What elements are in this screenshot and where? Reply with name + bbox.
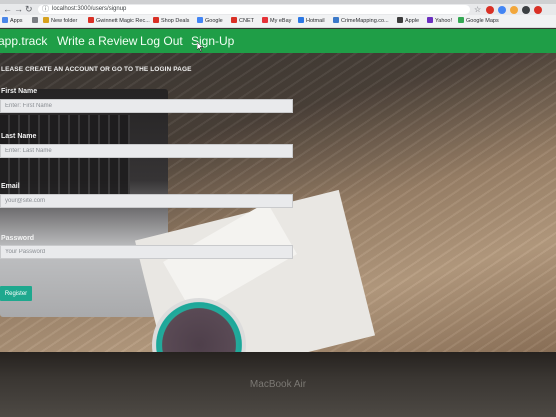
bookmark-item[interactable]: Yahoo! — [427, 15, 452, 28]
email-field[interactable] — [0, 194, 293, 208]
extension-icon[interactable] — [510, 6, 518, 14]
bookmark-item[interactable]: Apps — [2, 15, 23, 28]
password-label: Password — [1, 235, 35, 242]
extension-icon[interactable] — [486, 6, 494, 14]
globe-icon — [32, 17, 38, 23]
bookmark-star-icon[interactable]: ☆ — [474, 4, 481, 15]
form-heading: LEASE CREATE AN ACCOUNT OR GO TO THE LOG… — [1, 66, 192, 73]
bookmark-item[interactable] — [32, 15, 40, 28]
laptop-bezel: MacBook Air — [0, 352, 556, 417]
bookmark-item[interactable]: My eBay — [262, 15, 291, 28]
hotmail-icon — [298, 17, 304, 23]
extension-icon[interactable] — [498, 6, 506, 14]
apps-icon — [2, 17, 8, 23]
back-icon[interactable]: ← — [3, 4, 12, 15]
bookmark-item[interactable]: Shop Deals — [153, 15, 189, 28]
mouse-cursor-icon — [197, 42, 204, 52]
password-field[interactable] — [0, 245, 293, 259]
keyboard-image — [0, 115, 130, 205]
laptop-brand-label: MacBook Air — [249, 379, 307, 390]
brand-link[interactable]: app.track — [0, 29, 47, 53]
folder-icon — [43, 17, 49, 23]
nav-link-logout[interactable]: Log Out — [140, 29, 183, 53]
bookmark-item[interactable]: CrimeMapping.co... — [333, 15, 389, 28]
bookmark-item[interactable]: Gwinnett Magic Rec... — [88, 15, 150, 28]
cnet-icon — [231, 17, 237, 23]
info-icon: ⓘ — [42, 6, 49, 13]
bookmark-item[interactable]: Google Maps — [458, 15, 499, 28]
bookmark-item[interactable]: New folder — [43, 15, 77, 28]
address-bar[interactable]: ⓘ localhost:3000/users/signup — [38, 5, 470, 14]
extension-icon[interactable] — [522, 6, 530, 14]
yahoo-icon — [427, 17, 433, 23]
google-icon — [197, 17, 203, 23]
address-bar-url: localhost:3000/users/signup — [52, 6, 127, 12]
ebay-icon — [262, 17, 268, 23]
email-label: Email — [1, 183, 20, 190]
bookmark-item[interactable]: CNET — [231, 15, 254, 28]
bookmark-item[interactable]: Hotmail — [298, 15, 325, 28]
app-navbar: app.track Write a Review Log Out Sign-Up — [0, 29, 556, 53]
bookmark-item[interactable]: Google — [197, 15, 223, 28]
site-favicon-icon — [333, 17, 339, 23]
register-button[interactable]: Register — [0, 286, 32, 301]
browser-toolbar: ← → ↻ ⓘ localhost:3000/users/signup ☆ — [0, 4, 556, 15]
last-name-field[interactable] — [0, 144, 293, 158]
forward-icon[interactable]: → — [14, 4, 23, 15]
first-name-field[interactable] — [0, 99, 293, 113]
first-name-label: First Name — [1, 88, 38, 95]
bookmark-item[interactable]: Apple — [397, 15, 419, 28]
reload-icon[interactable]: ↻ — [25, 4, 33, 15]
profile-avatar[interactable] — [534, 6, 542, 14]
last-name-label: Last Name — [1, 133, 37, 140]
nav-link-write-review[interactable]: Write a Review — [57, 29, 137, 53]
site-favicon-icon — [88, 17, 94, 23]
photo-of-laptop-screen: ← → ↻ ⓘ localhost:3000/users/signup ☆ Ap… — [0, 0, 556, 417]
site-favicon-icon — [153, 17, 159, 23]
bookmarks-bar: Apps New folder Gwinnett Magic Rec... Sh… — [0, 15, 556, 28]
apple-icon — [397, 17, 403, 23]
maps-icon — [458, 17, 464, 23]
